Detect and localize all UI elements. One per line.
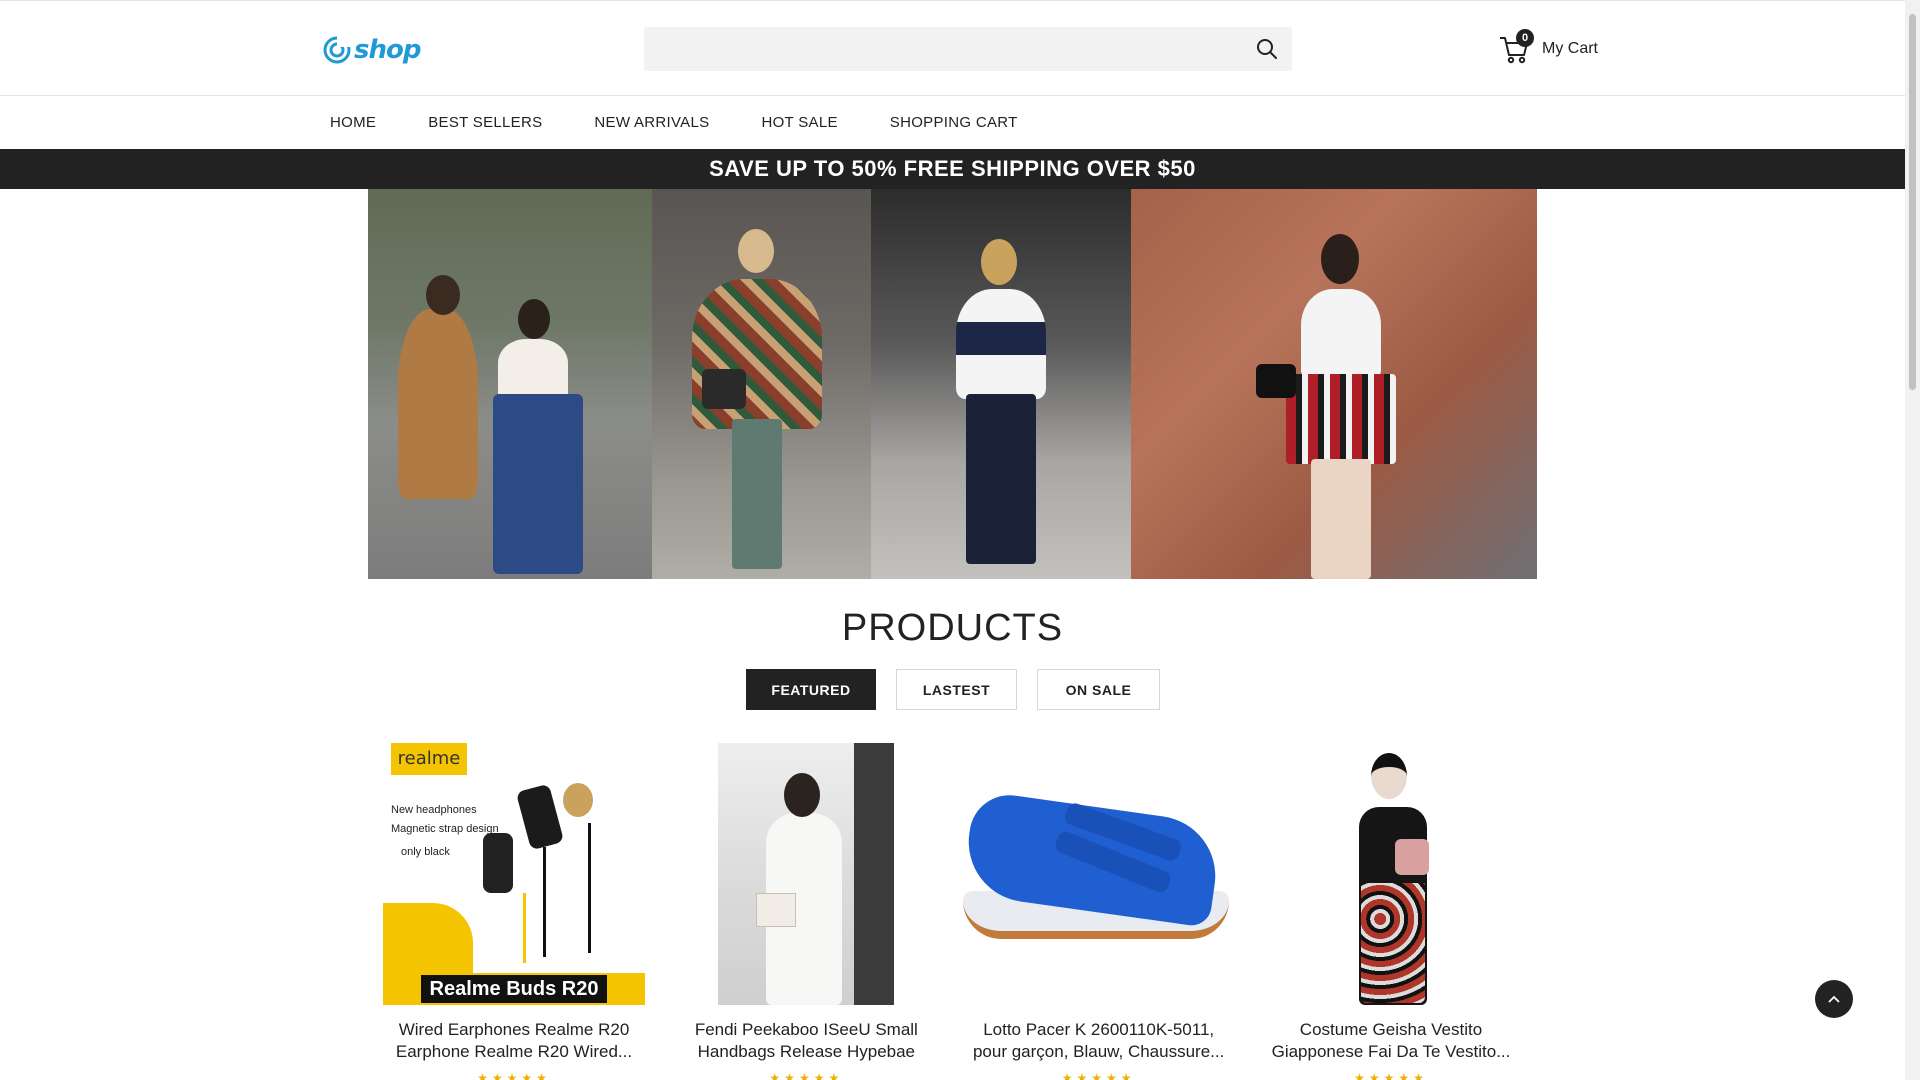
scrollbar-thumb[interactable] bbox=[1909, 14, 1916, 390]
product-image-caption: Magnetic strap design bbox=[391, 823, 499, 835]
product-card[interactable]: Fendi Peekaboo ISeeU Small Handbags Rele… bbox=[660, 743, 952, 1080]
hero-image-plaid-poncho bbox=[652, 189, 871, 579]
cart-count-badge: 0 bbox=[1516, 29, 1534, 47]
realme-logo: realme bbox=[391, 743, 467, 775]
hero-banner[interactable] bbox=[368, 189, 1537, 579]
product-image[interactable]: realme New headphones Magnetic strap des… bbox=[368, 743, 660, 1005]
cart-label: My Cart bbox=[1542, 40, 1598, 57]
cart-button[interactable]: 0 My Cart bbox=[1498, 29, 1598, 67]
product-card[interactable]: realme New headphones Magnetic strap des… bbox=[368, 743, 660, 1080]
search-input[interactable] bbox=[644, 27, 1234, 71]
product-rating: ★★★★★ bbox=[1061, 1071, 1136, 1080]
product-rating: ★★★★★ bbox=[769, 1071, 844, 1080]
product-image[interactable] bbox=[952, 743, 1245, 1005]
products-heading: PRODUCTS bbox=[841, 607, 1064, 649]
product-rating: ★★★★★ bbox=[477, 1071, 551, 1080]
product-image-caption: New headphones bbox=[391, 804, 477, 816]
hero-image-plaid-skirt bbox=[1131, 189, 1537, 579]
main-nav: HOME BEST SELLERS NEW ARRIVALS HOT SALE … bbox=[0, 96, 1905, 149]
tab-on-sale[interactable]: ON SALE bbox=[1037, 669, 1160, 710]
hero-image-striped-tee bbox=[871, 189, 1131, 579]
tab-featured[interactable]: FEATURED bbox=[746, 669, 876, 710]
product-card[interactable]: Costume Geisha Vestito Giapponese Fai Da… bbox=[1245, 743, 1537, 1080]
site-header: shop 0 My Cart bbox=[0, 0, 1905, 96]
search-button[interactable] bbox=[1256, 38, 1278, 60]
logo-text: shop bbox=[354, 35, 421, 65]
product-card[interactable]: Lotto Pacer K 2600110K-5011, pour garçon… bbox=[952, 743, 1245, 1080]
chevron-up-icon bbox=[1828, 995, 1840, 1003]
logo[interactable]: shop bbox=[322, 34, 421, 66]
page-scrollbar[interactable] bbox=[1905, 0, 1920, 1080]
nav-item-shopping-cart[interactable]: SHOPPING CART bbox=[890, 114, 1018, 131]
product-name[interactable]: Fendi Peekaboo ISeeU Small Handbags Rele… bbox=[660, 1019, 952, 1063]
nav-item-best-sellers[interactable]: BEST SELLERS bbox=[428, 114, 542, 131]
logo-swirl-icon bbox=[323, 35, 352, 64]
product-rating: ★★★★★ bbox=[1354, 1071, 1428, 1080]
product-name[interactable]: Lotto Pacer K 2600110K-5011, pour garçon… bbox=[953, 1019, 1245, 1063]
back-to-top-button[interactable] bbox=[1815, 980, 1853, 1018]
cart-icon: 0 bbox=[1498, 29, 1534, 65]
promo-banner: SAVE UP TO 50% FREE SHIPPING OVER $50 bbox=[0, 149, 1905, 189]
product-grid: realme New headphones Magnetic strap des… bbox=[368, 743, 1537, 1080]
product-tabs: FEATURED LASTEST ON SALE bbox=[746, 669, 1180, 710]
product-image[interactable] bbox=[660, 743, 952, 1005]
product-name[interactable]: Wired Earphones Realme R20 Earphone Real… bbox=[368, 1019, 660, 1063]
nav-item-new-arrivals[interactable]: NEW ARRIVALS bbox=[594, 114, 709, 131]
product-name[interactable]: Costume Geisha Vestito Giapponese Fai Da… bbox=[1245, 1019, 1537, 1063]
nav-item-hot-sale[interactable]: HOT SALE bbox=[761, 114, 837, 131]
nav-item-home[interactable]: HOME bbox=[330, 114, 376, 131]
search-bar bbox=[644, 27, 1292, 71]
product-image-label: Realme Buds R20 bbox=[421, 975, 607, 1003]
tab-lastest[interactable]: LASTEST bbox=[896, 669, 1017, 710]
search-icon bbox=[1257, 39, 1277, 59]
product-image[interactable] bbox=[1245, 743, 1537, 1005]
hero-image-street-style-duo bbox=[368, 189, 652, 579]
